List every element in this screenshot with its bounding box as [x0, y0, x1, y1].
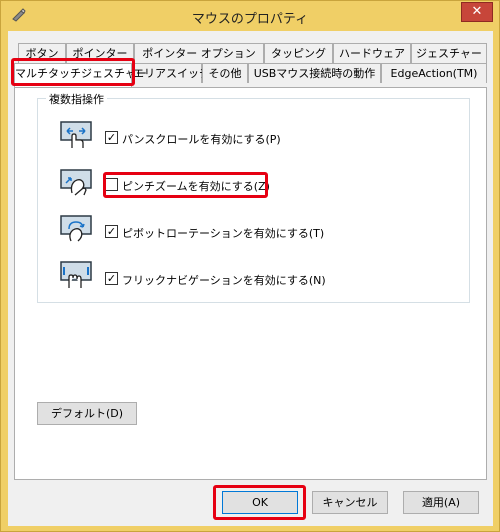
pivot-rotation-label: ピボットローテーションを有効にする(T)	[122, 227, 325, 240]
pivot-rotation-icon	[60, 215, 92, 242]
flick-navigation-checkbox[interactable]: ✓	[105, 272, 118, 285]
pan-scroll-checkbox[interactable]: ✓	[105, 131, 118, 144]
pinch-zoom-label: ピンチズームを有効にする(Z)	[122, 180, 270, 193]
tab-multitouch-gesture[interactable]: マルチタッチジェスチャー	[14, 63, 147, 87]
flick-navigation-icon	[60, 261, 92, 288]
tab-pointer-options[interactable]: ポインター オプション	[134, 43, 264, 63]
tab-other[interactable]: その他	[202, 63, 248, 83]
close-button[interactable]: ✕	[461, 2, 493, 22]
tab-edgeaction[interactable]: EdgeAction(TM)	[381, 63, 487, 83]
title-bar[interactable]: マウスのプロパティ ✕	[1, 1, 499, 31]
tab-buttons[interactable]: ボタン	[18, 43, 66, 63]
apply-button[interactable]: 適用(A)	[403, 491, 479, 514]
ok-button[interactable]: OK	[222, 491, 298, 514]
pivot-rotation-checkbox[interactable]: ✓	[105, 225, 118, 238]
tab-hardware[interactable]: ハードウェア	[333, 43, 411, 63]
tab-gesture[interactable]: ジェスチャー	[411, 43, 487, 63]
dialog-client-area: ボタン ポインター ポインター オプション タッピング ハードウェア ジェスチャ…	[8, 31, 493, 526]
flick-navigation-label: フリックナビゲーションを有効にする(N)	[122, 274, 326, 287]
window-title: マウスのプロパティ	[191, 12, 309, 27]
pinch-zoom-icon	[60, 169, 92, 196]
cancel-button[interactable]: キャンセル	[312, 491, 388, 514]
mouse-properties-window: マウスのプロパティ ✕ ボタン ポインター ポインター オプション タッピング …	[0, 0, 500, 532]
tab-pointer[interactable]: ポインター	[66, 43, 134, 63]
pinch-zoom-checkbox[interactable]	[105, 178, 118, 191]
tab-usb-mouse-behavior[interactable]: USBマウス接続時の動作	[248, 63, 381, 83]
pan-scroll-label: パンスクロールを有効にする(P)	[122, 133, 281, 146]
pan-scroll-icon	[60, 121, 92, 148]
group-title: 複数指操作	[46, 91, 107, 107]
close-icon: ✕	[471, 4, 483, 19]
multi-finger-groupbox: 複数指操作 ✓ パンスクロールを有効にする(P) ピンチズームを有効にする(Z)…	[37, 91, 470, 303]
tab-tapping[interactable]: タッピング	[264, 43, 333, 63]
defaults-button[interactable]: デフォルト(D)	[37, 402, 137, 425]
multitouch-gesture-panel: 複数指操作 ✓ パンスクロールを有効にする(P) ピンチズームを有効にする(Z)…	[14, 87, 487, 480]
